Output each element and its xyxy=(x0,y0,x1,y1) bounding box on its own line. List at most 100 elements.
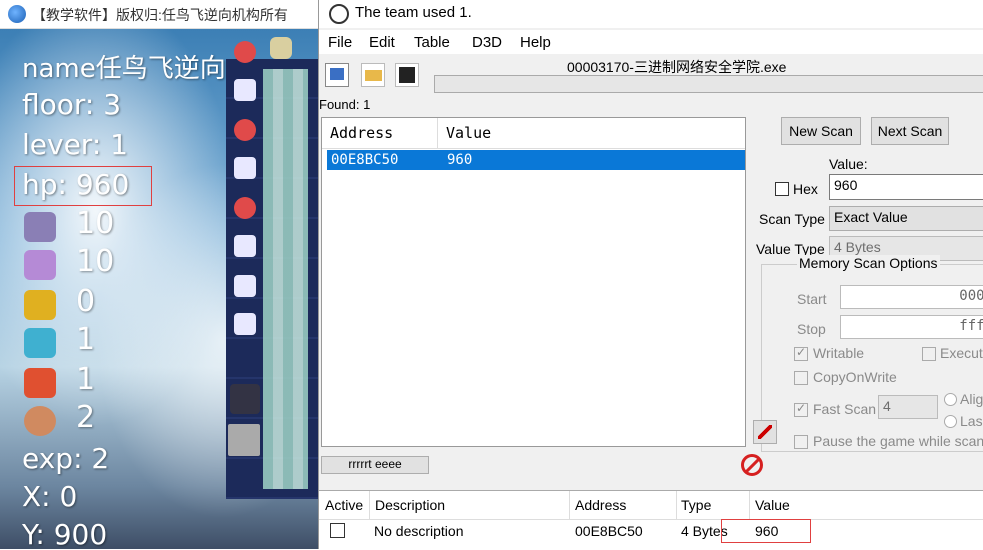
red-slime-icon xyxy=(234,41,256,63)
last-digits-label: Las xyxy=(960,413,983,429)
col-description[interactable]: Description xyxy=(375,497,445,513)
column-divider xyxy=(369,491,370,519)
memory-scan-options-group: Memory Scan Options Start 0000 Stop ffff… xyxy=(761,255,983,452)
executable-checkbox[interactable] xyxy=(922,347,936,361)
col-value[interactable]: Value xyxy=(755,497,790,513)
address-list[interactable]: Active Description Address Type Value No… xyxy=(319,490,983,550)
floppy-icon xyxy=(399,67,415,83)
player-lever: lever: 1 xyxy=(22,128,128,161)
stop-address-input[interactable]: ffff xyxy=(840,315,983,339)
ce-title-bar: The team used 1. xyxy=(319,0,983,28)
hex-label: Hex xyxy=(793,181,818,197)
pause-game-checkbox[interactable] xyxy=(794,435,808,449)
scan-panel: New Scan Next Scan Value: Hex 960 Scan T… xyxy=(751,110,983,452)
result-value: 960 xyxy=(447,152,473,168)
result-address: 00E8BC50 xyxy=(331,152,399,168)
scan-type-select[interactable]: Exact Value xyxy=(829,206,983,231)
open-file-button[interactable] xyxy=(361,63,385,87)
player-exp: exp: 2 xyxy=(22,442,110,475)
start-address-input[interactable]: 0000 xyxy=(840,285,983,309)
select-process-button[interactable] xyxy=(325,63,349,87)
computer-icon xyxy=(330,68,344,80)
active-checkbox[interactable] xyxy=(330,523,345,538)
stop-label: Stop xyxy=(797,321,826,337)
cheat-engine-logo-icon xyxy=(329,4,349,24)
col-type[interactable]: Type xyxy=(681,497,711,513)
shield-icon xyxy=(24,250,56,280)
item-value: 1 xyxy=(76,362,96,397)
writable-checkbox[interactable] xyxy=(794,345,808,361)
cheat-engine-window: The team used 1. File Edit Table D3D Hel… xyxy=(318,0,983,550)
hex-checkbox[interactable] xyxy=(775,182,789,196)
menu-edit[interactable]: Edit xyxy=(369,34,395,51)
value-label: Value: xyxy=(829,156,868,172)
scan-type-label: Scan Type xyxy=(759,211,825,227)
sword-icon xyxy=(24,212,56,242)
save-button[interactable] xyxy=(395,63,419,87)
writable-label: Writable xyxy=(813,345,865,361)
red-slime-icon xyxy=(234,119,256,141)
pause-game-label: Pause the game while scann xyxy=(813,433,983,449)
blue-key-icon xyxy=(24,328,56,358)
col-address[interactable]: Address xyxy=(330,124,393,142)
column-divider xyxy=(676,491,677,519)
red-slime-icon xyxy=(234,197,256,219)
new-scan-button[interactable]: New Scan xyxy=(781,117,861,145)
player-x: X: 0 xyxy=(22,480,78,513)
menu-d3d[interactable]: D3D xyxy=(472,34,502,51)
menu-bar: File Edit Table D3D Help xyxy=(319,30,983,54)
item-value: 2 xyxy=(76,400,96,435)
game-window: 【教学软件】版权归:任鸟飞逆向机构所有 name任鸟飞逆向 floor: 3 l… xyxy=(0,0,318,549)
column-divider xyxy=(569,491,570,519)
bat-icon xyxy=(234,235,256,257)
fast-scan-input[interactable]: 4 xyxy=(878,395,938,419)
column-divider xyxy=(437,118,438,148)
results-list[interactable]: Address Value 00E8BC50 960 xyxy=(321,117,746,447)
alignment-radio[interactable] xyxy=(944,393,957,406)
scan-progress-bar xyxy=(434,75,983,93)
coin-icon xyxy=(24,406,56,436)
column-divider xyxy=(749,491,750,519)
last-digits-radio[interactable] xyxy=(944,415,957,428)
bat-icon xyxy=(234,157,256,179)
folder-icon xyxy=(365,70,382,81)
item-value: 10 xyxy=(76,206,115,241)
tower-floor-tiles xyxy=(263,69,308,489)
hero-icon xyxy=(230,384,260,414)
results-header: Address Value xyxy=(322,118,745,149)
item-value: 1 xyxy=(76,322,96,357)
value-highlight-box xyxy=(721,519,811,543)
stop-icon[interactable] xyxy=(741,454,763,476)
result-row[interactable]: 00E8BC50 960 xyxy=(327,150,745,170)
menu-file[interactable]: File xyxy=(328,34,352,51)
copyonwrite-label: CopyOnWrite xyxy=(813,369,897,385)
col-value[interactable]: Value xyxy=(446,124,491,142)
game-app-icon xyxy=(8,5,26,23)
bat-icon xyxy=(234,79,256,101)
address-list-header: Active Description Address Type Value xyxy=(319,491,983,520)
fast-scan-label: Fast Scan xyxy=(813,401,877,417)
next-scan-button[interactable]: Next Scan xyxy=(871,117,949,145)
value-input[interactable]: 960 xyxy=(829,174,983,200)
alignment-label: Alig xyxy=(960,391,983,407)
start-label: Start xyxy=(797,291,827,307)
signal-bars-icon xyxy=(228,424,260,456)
bat-icon xyxy=(234,275,256,297)
red-key-icon xyxy=(24,368,56,398)
menu-help[interactable]: Help xyxy=(520,34,551,51)
row-description: No description xyxy=(374,523,464,539)
row-address: 00E8BC50 xyxy=(575,523,643,539)
fast-scan-checkbox[interactable] xyxy=(794,401,808,417)
col-address[interactable]: Address xyxy=(575,497,626,513)
game-title-bar: 【教学软件】版权归:任鸟飞逆向机构所有 xyxy=(0,0,318,29)
item-value: 0 xyxy=(76,284,96,319)
col-active[interactable]: Active xyxy=(325,497,363,513)
copyonwrite-checkbox[interactable] xyxy=(794,371,808,385)
memory-view-button[interactable]: rrrrrt eeee xyxy=(321,456,429,474)
memory-scan-options-title: Memory Scan Options xyxy=(797,255,940,271)
ce-title-text: The team used 1. xyxy=(355,4,472,21)
add-to-list-button[interactable] xyxy=(753,420,777,444)
menu-table[interactable]: Table xyxy=(414,34,450,51)
bat-icon xyxy=(234,313,256,335)
yellow-key-icon xyxy=(24,290,56,320)
